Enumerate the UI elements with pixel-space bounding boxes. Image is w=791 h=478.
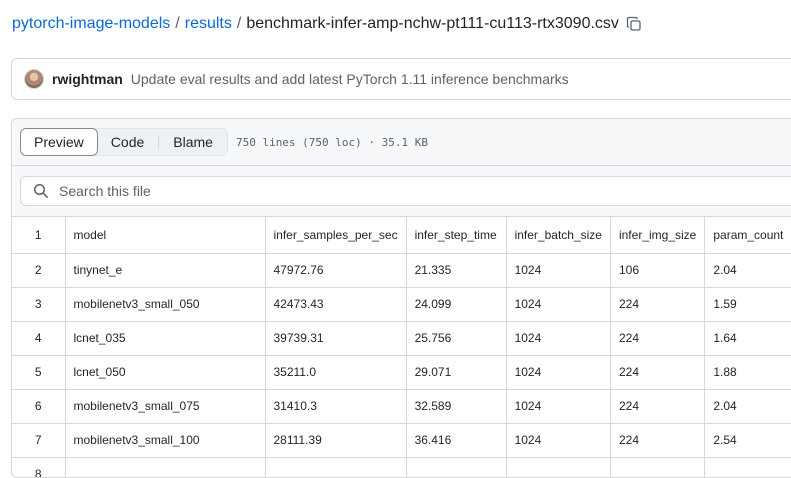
table-row: 8 [12,456,791,477]
table-row: 2 tinynet_e 47972.76 21.335 1024 106 2.04 [12,252,791,288]
table-row: 6 mobilenetv3_small_075 31410.3 32.589 1024 2… [12,388,791,424]
column-header: infer_samples_per_sec [264,217,407,254]
breadcrumb-file-name: benchmark-infer-amp-nchw-pt111-cu113-rtx… [246,15,619,32]
table-cell: 1024 [505,286,611,322]
table-cell: 1024 [505,252,611,288]
table-cell: 224 [609,354,706,390]
table-cell: mobilenetv3_small_075 [64,388,266,424]
column-header: model [64,217,266,254]
csv-table: 1 model infer_samples_per_sec infer_step_ti… [12,217,791,477]
table-row: 7 mobilenetv3_small_100 28111.39 36.416 1024… [12,422,791,458]
table-cell: 1024 [505,320,611,356]
table-cell: mobilenetv3_small_050 [64,286,266,322]
column-header: infer_img_size [609,217,706,254]
table-cell: 224 [609,320,706,356]
latest-commit-bar: rwightman Update eval results and add la… [11,58,791,100]
table-cell: 1.59 [704,286,791,322]
breadcrumb-repo-link[interactable]: pytorch-image-models [12,15,170,33]
line-number[interactable]: 8 [12,456,66,477]
table-cell: 29.071 [405,354,507,390]
table-cell: 2.04 [704,252,791,288]
search-bar [12,166,791,217]
table-cell: 2.04 [704,388,791,424]
breadcrumb-separator: / [175,15,180,32]
table-cell: 224 [609,286,706,322]
table-header-row: 1 model infer_samples_per_sec infer_step_ti… [12,217,791,254]
search-input[interactable] [57,182,361,200]
table-cell [609,456,706,477]
table-cell: lcnet_050 [64,354,266,390]
table-cell: 28111.39 [264,422,407,458]
file-viewer: Preview Code Blame 750 lines (750 loc) ·… [11,118,791,478]
tab-preview[interactable]: Preview [20,128,98,156]
line-number[interactable]: 5 [12,354,66,390]
table-cell: mobilenetv3_small_100 [64,422,266,458]
tab-blame[interactable]: Blame [159,129,227,155]
table-cell: 21.335 [405,252,507,288]
table-row: 3 mobilenetv3_small_050 42473.43 24.099 1024… [12,286,791,322]
line-number[interactable]: 6 [12,388,66,424]
commit-message[interactable]: Update eval results and add latest PyTor… [131,71,569,87]
table-cell: tinynet_e [64,252,266,288]
commit-author[interactable]: rwightman [52,71,123,87]
table-row: 4 lcnet_035 39739.31 25.756 1024 224 1.64 [12,320,791,356]
table-cell: 39739.31 [264,320,407,356]
table-cell: 224 [609,388,706,424]
table-cell: 1024 [505,422,611,458]
file-meta: 750 lines (750 loc) · 35.1 KB [235,135,429,149]
table-cell [64,456,266,477]
table-cell: lcnet_035 [64,320,266,356]
breadcrumb-folder-link[interactable]: results [185,15,232,33]
table-cell: 47972.76 [264,252,407,288]
line-number[interactable]: 3 [12,286,66,322]
table-cell [505,456,611,477]
search-icon [33,183,49,199]
table-cell: 31410.3 [264,388,407,424]
table-cell: 224 [609,422,706,458]
table-cell: 1.88 [704,354,791,390]
table-cell: 106 [609,252,706,288]
file-header: Preview Code Blame 750 lines (750 loc) ·… [12,119,791,166]
column-header: param_count [704,217,791,254]
line-number[interactable]: 2 [12,252,66,288]
table-row: 5 lcnet_050 35211.0 29.071 1024 224 1.88 [12,354,791,390]
column-header: infer_batch_size [505,217,611,254]
avatar[interactable] [24,69,44,89]
table-cell: 2.54 [704,422,791,458]
table-cell: 1024 [505,388,611,424]
breadcrumb: pytorch-image-models / results / benchma… [12,12,642,36]
table-cell: 1.64 [704,320,791,356]
table-cell [264,456,407,477]
table-cell: 32.589 [405,388,507,424]
line-number[interactable]: 1 [12,217,66,254]
tab-code[interactable]: Code [97,129,158,155]
table-cell: 42473.43 [264,286,407,322]
line-number[interactable]: 7 [12,422,66,458]
search-box[interactable] [20,176,791,206]
breadcrumb-separator: / [236,15,242,32]
table-cell [704,456,791,477]
view-mode-toggle: Preview Code Blame [20,128,228,156]
column-header: infer_step_time [405,217,507,254]
table-cell: 25.756 [405,320,507,356]
table-cell: 35211.0 [264,354,407,390]
line-number[interactable]: 4 [12,320,66,356]
table-cell: 1024 [505,354,611,390]
copy-icon[interactable] [626,16,642,32]
table-cell: 24.099 [405,286,507,322]
table-cell: 36.416 [405,422,507,458]
table-cell [405,456,507,477]
